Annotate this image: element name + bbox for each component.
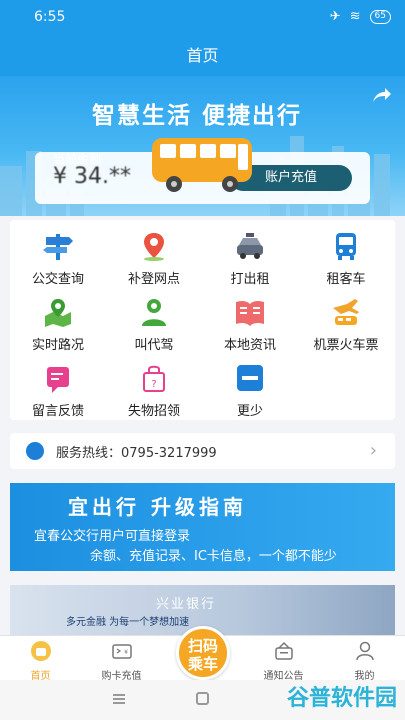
grid-item-feedback[interactable]: 留言反馈 <box>10 356 106 420</box>
feedback-icon <box>47 367 69 393</box>
grid-item-label: 本地资讯 <box>223 338 276 353</box>
lost-found-icon: ? <box>143 365 165 392</box>
share-icon[interactable] <box>369 84 393 108</box>
balance-amount: ¥ 34.** <box>53 164 131 189</box>
bank-name: 兴业银行 <box>156 597 217 612</box>
status-time: 6:55 <box>34 9 66 25</box>
grid-item-less[interactable]: 更少 <box>202 356 298 420</box>
scan-line1: 扫码 <box>187 637 218 655</box>
service-hotline[interactable]: 服务热线：0795-3217999 › <box>10 433 395 469</box>
banner-line1: 宜春公交行用户可直接登录 <box>34 529 191 544</box>
notice-icon <box>274 641 293 660</box>
grid-item-outlets[interactable]: 补登网点 <box>106 224 202 288</box>
grid-item-tickets[interactable]: 机票火车票 <box>298 290 394 354</box>
phone-icon <box>26 442 44 460</box>
scan-line2: 乘车 <box>187 655 218 673</box>
grid-item-label: 租客车 <box>326 272 366 287</box>
grid-item-label: 实时路况 <box>31 338 84 353</box>
scan-to-ride-button[interactable]: 扫码 乘车 <box>176 626 230 680</box>
battery-icon: 65 <box>369 9 391 24</box>
map-pin-icon <box>144 233 164 261</box>
bus-illustration <box>152 138 252 192</box>
home-square-icon[interactable] <box>196 692 209 705</box>
bank-slogan: 多元金融 为每一个梦想加速 <box>66 617 190 628</box>
grid-item-lost-found[interactable]: ? 失物招领 <box>106 356 202 420</box>
user-icon <box>355 641 374 661</box>
hotline-text: 服务热线：0795-3217999 <box>56 446 217 461</box>
grid-item-rent-bus[interactable]: 租客车 <box>298 224 394 288</box>
watermark: 谷普软件园 <box>286 686 397 711</box>
tab-mine[interactable]: 我的 <box>324 636 405 682</box>
svg-text:¥: ¥ <box>124 649 128 656</box>
menu-icon[interactable] <box>113 694 125 704</box>
signpost-icon <box>43 234 73 260</box>
grid-item-label: 打出租 <box>230 272 270 287</box>
grid-item-label: 公交查询 <box>31 272 84 287</box>
taxi-icon <box>237 233 263 259</box>
plane-train-icon <box>333 299 359 325</box>
bus-icon <box>336 233 356 260</box>
map-location-icon <box>45 299 71 327</box>
status-bar: 6:55 ✈ ≋ 65 <box>0 0 405 36</box>
grid-item-label: 留言反馈 <box>31 404 84 419</box>
grid-item-bus-query[interactable]: 公交查询 <box>10 224 106 288</box>
grid-item-local-news[interactable]: 本地资讯 <box>202 290 298 354</box>
grid-item-label: 机票火车票 <box>313 338 379 353</box>
page-title: 首页 <box>0 36 405 76</box>
hero-banner: 智慧生活 便捷出行 当前余额 ¥ 34.** 账户充值 <box>0 76 405 216</box>
chevron-right-icon: › <box>369 440 377 461</box>
grid-item-label: 叫代驾 <box>134 338 174 353</box>
grid-item-label: 补登网点 <box>127 272 180 287</box>
grid-item-label: 失物招领 <box>127 404 180 419</box>
grid-item-label: 更少 <box>236 404 263 419</box>
tab-card-recharge[interactable]: ¥ 购卡充值 <box>81 636 162 682</box>
tab-home[interactable]: 首页 <box>0 636 81 682</box>
service-grid: 公交查询 补登网点 打出租 租客车 实时路况 叫代驾 本地资讯 机票火车票 留言… <box>10 220 395 420</box>
driver-icon <box>142 299 166 326</box>
tab-notices[interactable]: 通知公告 <box>243 636 324 682</box>
banner-line2: 余额、充值记录、IC卡信息，一个都不能少 <box>90 549 337 564</box>
svg-text:?: ? <box>151 379 156 390</box>
grid-item-designated-driver[interactable]: 叫代驾 <box>106 290 202 354</box>
minus-icon <box>237 365 263 391</box>
upgrade-guide-banner[interactable]: 宜出行 升级指南 宜春公交行用户可直接登录 余额、充值记录、IC卡信息，一个都不… <box>10 483 395 571</box>
banner-title: 宜出行 升级指南 <box>68 495 247 519</box>
airplane-icon: ✈ <box>329 9 341 24</box>
grid-item-traffic[interactable]: 实时路况 <box>10 290 106 354</box>
status-icons: ✈ ≋ 65 <box>330 9 391 24</box>
hero-slogan: 智慧生活 便捷出行 <box>92 103 303 129</box>
grid-item-taxi[interactable]: 打出租 <box>202 224 298 288</box>
wifi-icon: ≋ <box>349 9 361 24</box>
news-icon <box>236 300 264 326</box>
home-icon <box>30 641 51 661</box>
card-icon: ¥ <box>111 644 132 659</box>
